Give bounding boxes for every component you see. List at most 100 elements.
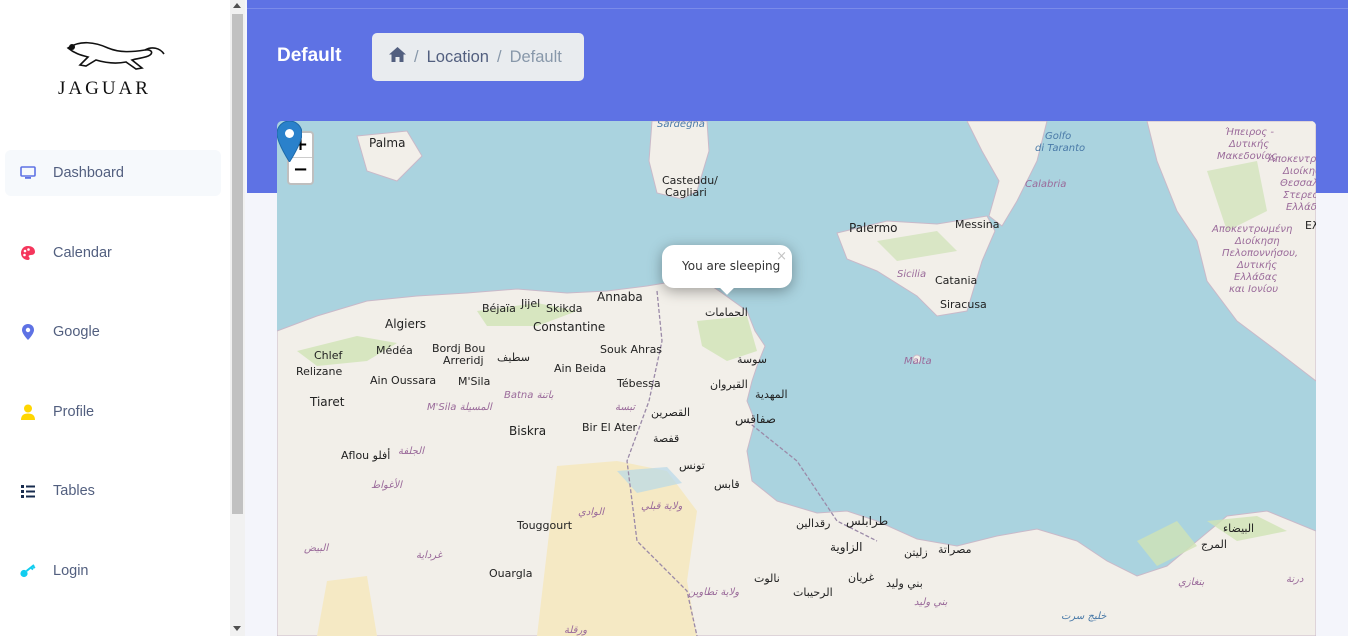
popup-close-button[interactable]: × — [776, 249, 787, 264]
sidebar-item-profile[interactable]: Profile — [5, 389, 221, 435]
map-place-label: طرابلس — [846, 514, 888, 529]
sidebar: JAGUAR Dashboard Calendar Google Profile — [0, 0, 230, 636]
map-place-label: المهدية — [755, 388, 788, 401]
sidebar-item-label: Google — [53, 324, 100, 341]
sidebar-item-label: Profile — [53, 403, 95, 420]
sidebar-scrollbar[interactable] — [230, 0, 245, 636]
palette-icon — [20, 245, 36, 261]
map-place-label: Algiers — [385, 317, 426, 331]
map-place-label: غرداية — [416, 550, 443, 561]
map-place-label: Διοίκηση — [1234, 235, 1280, 247]
breadcrumb-location[interactable]: Location — [427, 48, 489, 67]
map-place-label: Αποκεντρωμένη — [1211, 223, 1292, 235]
sidebar-item-login[interactable]: Login — [5, 548, 221, 594]
map-place-label: صفاقس — [735, 412, 776, 427]
sidebar-item-calendar[interactable]: Calendar — [5, 230, 221, 276]
map-place-label: Cagliari — [665, 186, 707, 199]
map-place-label: Biskra — [509, 424, 546, 438]
sidebar-item-dashboard[interactable]: Dashboard — [5, 150, 221, 196]
map-place-label: سوسة — [737, 353, 767, 366]
sidebar-item-label: Calendar — [53, 244, 112, 261]
map-place-label: Touggourt — [516, 519, 573, 532]
map-place-label: ورقلة — [564, 625, 587, 636]
map-place-label: البيض — [304, 543, 329, 554]
map-place-label: قابس — [714, 478, 740, 491]
map-place-label: Ain Beida — [554, 362, 606, 375]
map-place-label: مصراتة — [938, 543, 972, 556]
map-place-label: بني وليد — [886, 577, 923, 590]
map-place-label: Palermo — [849, 221, 898, 235]
map-place-label: Ouargla — [489, 567, 532, 580]
home-icon[interactable] — [389, 47, 406, 67]
map-place-label: Siracusa — [940, 298, 987, 311]
map-place-label: الحمامات — [705, 306, 748, 319]
map-place-label: Ελ — [1305, 219, 1316, 232]
map-place-label: Souk Ahras — [600, 343, 662, 356]
popup-tip — [719, 286, 735, 295]
breadcrumb: / Location / Default — [372, 33, 584, 81]
jaguar-logo[interactable]: JAGUAR — [50, 38, 180, 100]
map-place-label: Δυτικής — [1236, 259, 1277, 271]
map-pin-icon — [20, 324, 36, 341]
jaguar-leaping-cat-logo — [66, 41, 165, 70]
map-place-label: Bir El Ater — [582, 421, 638, 434]
map-view[interactable]: Palma Sardegna Casteddu/ Cagliari Golfo … — [277, 121, 1316, 636]
breadcrumb-separator: / — [496, 47, 502, 66]
map-place-label: البيضاء — [1223, 522, 1254, 535]
map-place-label: بنغازي — [1178, 577, 1205, 588]
key-icon — [20, 563, 36, 579]
map-place-label: M'Sila — [458, 375, 490, 388]
breadcrumb-separator: / — [414, 47, 419, 66]
map-place-label: زليتن — [904, 546, 928, 559]
map-place-label: Aflou أفلو — [341, 448, 390, 462]
map-place-label: Calabria — [1025, 179, 1066, 190]
map-marker-icon[interactable] — [277, 121, 302, 162]
map-place-label: Ελλάδα — [1286, 201, 1316, 213]
sidebar-item-label: Tables — [53, 483, 95, 500]
sidebar-item-label: Login — [53, 562, 89, 579]
user-icon — [20, 404, 36, 420]
map-place-label: Tiaret — [309, 395, 345, 409]
map-place-label: Tébessa — [616, 377, 661, 390]
brand-wordmark: JAGUAR — [58, 78, 151, 99]
map-place-label: Jijel — [520, 297, 540, 310]
map-place-label: Αποκεντρ — [1267, 154, 1316, 165]
map-place-label: رقدالين — [796, 517, 830, 530]
map-popup: You are sleeping × — [662, 245, 792, 288]
sidebar-item-tables[interactable]: Tables — [5, 468, 221, 514]
map-place-label: Constantine — [533, 320, 605, 334]
map-place-label: سطيف — [497, 351, 530, 364]
map-place-label: المرج — [1201, 538, 1227, 551]
map-place-label: الجلفة — [398, 446, 425, 457]
map-place-label: και Ιονίου — [1229, 283, 1278, 295]
map-place-label: تونس — [679, 459, 705, 472]
map-place-label: القصرين — [651, 406, 690, 419]
map-place-label: Θεσσαλ — [1280, 178, 1316, 189]
map-tiles: Palma Sardegna Casteddu/ Cagliari Golfo … — [277, 121, 1316, 636]
scroll-down-arrow-icon[interactable] — [233, 626, 241, 631]
map-place-label: الأغواط — [371, 478, 403, 491]
map-place-label: Sicilia — [897, 269, 926, 280]
sidebar-item-google[interactable]: Google — [5, 309, 221, 355]
map-place-label: بني وليد — [914, 597, 948, 608]
map-place-label: الزاوية — [830, 540, 863, 555]
popup-text: You are sleeping — [682, 259, 781, 273]
map-place-label: Béjaïa — [482, 302, 516, 315]
map-place-label: Palma — [369, 136, 405, 150]
map-place-label: Médéa — [376, 344, 413, 357]
map-place-label: Ain Oussara — [370, 374, 436, 387]
map-place-label: Chlef — [314, 349, 343, 362]
map-place-label: Ήπειρος - — [1225, 126, 1274, 138]
map-place-label: Ελλάδας — [1234, 271, 1277, 283]
map-place-label: Catania — [935, 274, 977, 287]
monitor-icon — [20, 165, 36, 181]
map-place-label: M'Sila المسيلة — [427, 402, 493, 413]
map-place-label: غريان — [848, 571, 875, 584]
map-place-label: Malta — [904, 356, 932, 367]
map-place-label: Batna باتنة — [504, 390, 554, 401]
scroll-up-arrow-icon[interactable] — [233, 3, 241, 8]
map-place-label: Δυτικής — [1228, 138, 1269, 150]
scroll-thumb[interactable] — [232, 14, 243, 514]
map-place-label: Sardegna — [657, 121, 705, 130]
map-place-label: Πελοποννήσου, — [1222, 247, 1298, 259]
